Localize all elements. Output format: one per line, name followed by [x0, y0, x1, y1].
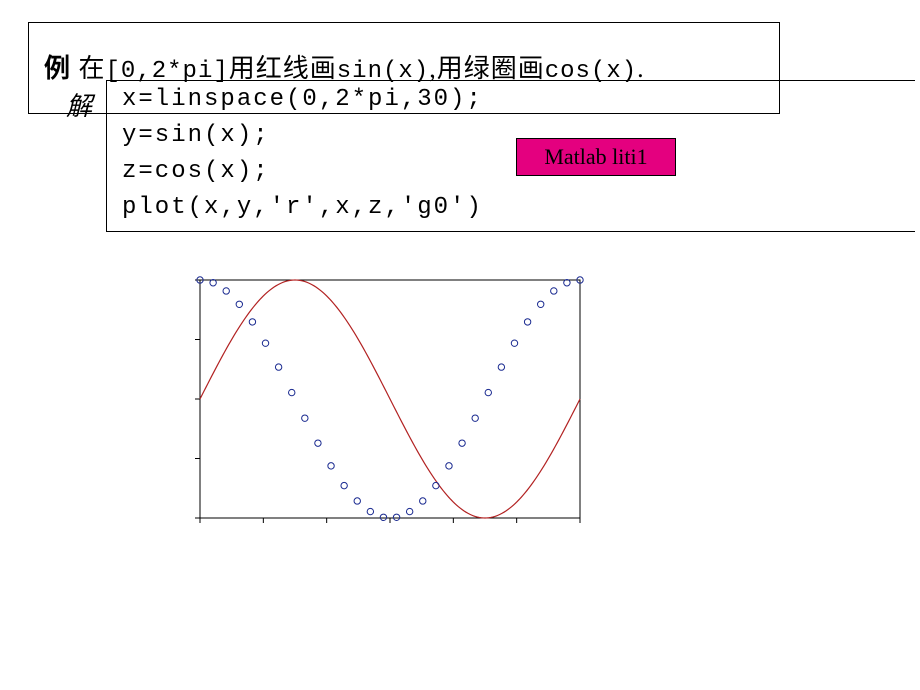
code-line-2: y=sin(x);: [122, 122, 270, 149]
plot-area: [172, 274, 586, 536]
example-label: 例: [44, 54, 71, 83]
example-end: .: [637, 54, 645, 83]
example-mid2: ,用绿圈画: [429, 54, 545, 83]
example-pre: 在: [71, 54, 106, 83]
matlab-badge: Matlab liti1: [516, 138, 676, 176]
example-mid1: 用红线画: [229, 54, 337, 83]
code-line-1: x=linspace(0,2*pi,30);: [122, 86, 483, 113]
answer-label: 解: [66, 86, 92, 123]
code-line-4: plot(x,y,'r',x,z,'g0'): [122, 194, 483, 221]
code-line-3: z=cos(x);: [122, 158, 270, 185]
